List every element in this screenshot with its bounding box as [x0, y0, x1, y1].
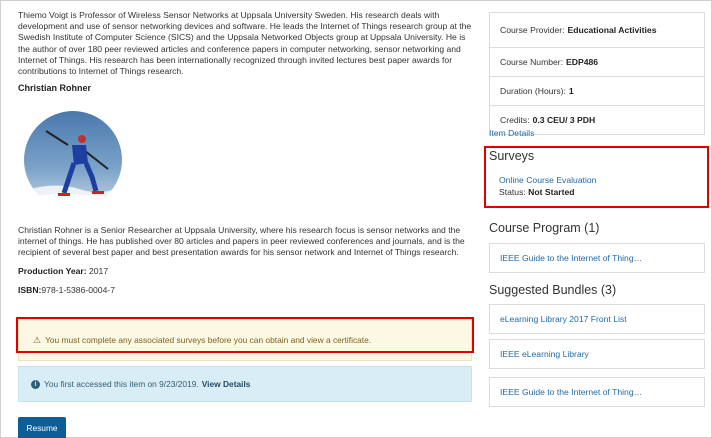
- credits-value: 0.3 CEU/ 3 PDH: [532, 115, 596, 125]
- bio-rohner: Christian Rohner is a Senior Researcher …: [18, 225, 465, 258]
- duration-value: 1: [568, 86, 574, 96]
- production-year: Production Year: 2017: [18, 266, 108, 276]
- course-number-label: Course Number:: [500, 57, 564, 67]
- access-info-alert: i You first accessed this item on 9/23/2…: [18, 366, 472, 402]
- suggested-bundles-heading: Suggested Bundles (3): [489, 283, 617, 297]
- course-provider-label: Course Provider:: [500, 25, 565, 35]
- course-provider-value: Educational Activities: [567, 25, 657, 35]
- isbn: ISBN:978-1-5386-0004-7: [18, 285, 115, 295]
- duration-label: Duration (Hours):: [500, 86, 566, 96]
- course-provider-card: Course Provider: Educational Activities: [489, 12, 705, 48]
- item-details-link[interactable]: Item Details: [489, 128, 534, 138]
- duration-card: Duration (Hours): 1: [489, 76, 705, 106]
- bundle-item[interactable]: IEEE eLearning Library: [489, 339, 705, 369]
- credits-label: Credits:: [500, 115, 530, 125]
- presenter-photo: [24, 111, 122, 209]
- bundle-item[interactable]: eLearning Library 2017 Front List: [489, 304, 705, 334]
- course-number-value: EDP486: [566, 57, 599, 67]
- production-year-value: 2017: [89, 266, 109, 276]
- bundle-item[interactable]: IEEE Guide to the Internet of Thing…: [489, 377, 705, 407]
- course-number-card: Course Number: EDP486: [489, 47, 705, 77]
- warning-highlight-box: [16, 317, 474, 353]
- avatar: [24, 111, 122, 209]
- course-description: Thiemo Voigt is Professor of Wireless Se…: [18, 10, 472, 438]
- info-icon: i: [31, 379, 40, 389]
- presenter-name-rohner: Christian Rohner: [18, 83, 92, 94]
- resume-button[interactable]: Resume: [18, 417, 66, 438]
- info-text: You first accessed this item on 9/23/201…: [44, 379, 199, 389]
- bio-voigt: Thiemo Voigt is Professor of Wireless Se…: [18, 10, 472, 77]
- production-year-label: Production Year:: [18, 266, 87, 276]
- isbn-label: ISBN:: [18, 285, 42, 295]
- surveys-highlight-box: [484, 146, 709, 208]
- isbn-value: 978-1-5386-0004-7: [41, 285, 115, 295]
- view-details-link[interactable]: View Details: [202, 379, 251, 389]
- course-program-item[interactable]: IEEE Guide to the Internet of Thing…: [489, 243, 705, 273]
- course-program-heading: Course Program (1): [489, 221, 600, 235]
